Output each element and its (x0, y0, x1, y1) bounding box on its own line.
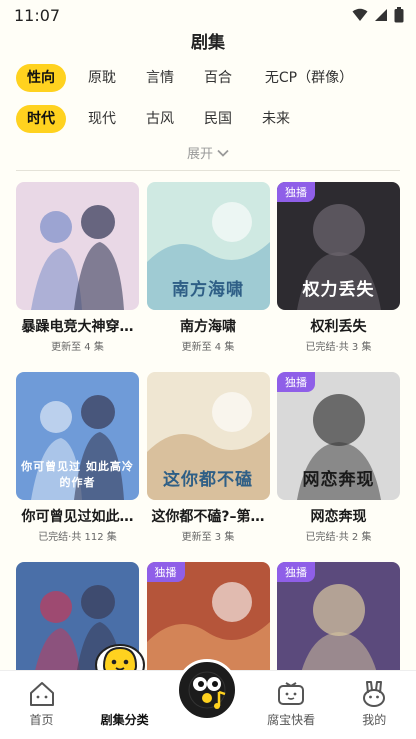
drama-title: 南方海啸 (180, 319, 236, 335)
status-bar: 11:07 (0, 0, 416, 30)
nav-label: 腐宝快看 (267, 713, 316, 727)
nav-item-0[interactable]: 首页 (0, 679, 83, 729)
drama-card[interactable]: 权力丢失 独播权利丢失已完结·共 3 集 (277, 182, 400, 354)
era-chip-4[interactable]: 未来 (254, 105, 298, 133)
drama-card[interactable]: 南方海啸 南方海啸 更新至 4 集 (146, 182, 270, 354)
mascot-icon (83, 679, 166, 711)
nav-item-3[interactable]: 腐宝快看 (250, 679, 333, 729)
era-filter-row: 时代 现代 古风 民国 未来 (16, 104, 400, 134)
drama-card[interactable]: 网恋奔现 独播网恋奔现已完结·共 2 集 (277, 372, 400, 544)
house-icon (0, 679, 83, 711)
drama-grid: 暴躁电竞大神穿… 更新至 4 集 南方海啸 南方海啸 更新至 4 集 权力丢失 独播 权利… (16, 182, 400, 672)
bottom-nav: 首页 剧集分类 腐宝快看 我的 (0, 659, 416, 739)
drama-title: 暴躁电竞大神穿… (21, 319, 134, 335)
drama-card[interactable]: 独播 (277, 562, 400, 672)
nav-label: 剧集分类 (100, 713, 149, 727)
status-icons (352, 7, 404, 23)
exclusive-badge: 独播 (277, 182, 315, 202)
drama-card[interactable]: 你可曾见过 如此高冷的作者你可曾见过如此… 已完结·共 112 集 (16, 372, 139, 544)
era-chip-1[interactable]: 现代 (80, 105, 124, 133)
drama-title: 权利丢失 (310, 319, 367, 335)
exclusive-badge: 独播 (146, 562, 185, 582)
tv-face-icon (250, 679, 333, 711)
genre-chip-4[interactable]: 无CP（群像） (254, 64, 364, 92)
exclusive-badge: 独播 (277, 562, 315, 582)
expand-toggle[interactable]: 展开 (0, 143, 416, 162)
genre-filter-row: 性向 原耽 言情 百合 无CP（群像） (16, 63, 400, 93)
signal-icon (375, 9, 387, 21)
drama-cover[interactable] (16, 182, 139, 310)
drama-card[interactable]: 暴躁电竞大神穿… 更新至 4 集 (16, 182, 139, 354)
expand-label: 展开 (186, 147, 213, 162)
cover-title-text: 南方海啸 (172, 280, 244, 300)
era-chip-3[interactable]: 民国 (196, 105, 240, 133)
nav-label: 首页 (29, 713, 54, 727)
nav-item-4[interactable]: 我的 (333, 679, 416, 729)
genre-chip-2[interactable]: 言情 (138, 64, 182, 92)
drama-card[interactable]: 这你都不磕这你都不磕?–第… 更新至 3 集 (146, 372, 270, 544)
cover-title-text: 你可曾见过 如此高冷的作者 (21, 460, 134, 489)
drama-cover[interactable]: 权力丢失 独播 (277, 182, 400, 310)
drama-cover[interactable]: 独播 (146, 562, 270, 672)
status-time: 11:07 (14, 5, 61, 25)
drama-cover[interactable]: 南方海啸 (146, 182, 270, 310)
cover-title-text: 权力丢失 (302, 280, 375, 300)
chevron-down-icon (217, 149, 229, 157)
drama-status: 更新至 3 集 (181, 532, 235, 543)
drama-title: 这你都不磕?–第… (151, 509, 265, 525)
genre-chip-3[interactable]: 百合 (196, 64, 240, 92)
divider (16, 170, 400, 171)
era-chip-0[interactable]: 时代 (16, 105, 66, 133)
bunny-face-icon (333, 679, 416, 711)
battery-icon (394, 7, 404, 23)
drama-status: 更新至 4 集 (181, 342, 235, 353)
nav-item-1[interactable]: 剧集分类 (83, 679, 166, 729)
drama-cover[interactable]: 你可曾见过 如此高冷的作者 (16, 372, 139, 500)
drama-status: 已完结·共 112 集 (38, 532, 117, 543)
drama-status: 更新至 4 集 (51, 342, 104, 353)
music-disc-icon[interactable] (176, 659, 239, 721)
era-chip-2[interactable]: 古风 (138, 105, 182, 133)
genre-chip-1[interactable]: 原耽 (80, 64, 124, 92)
wifi-icon (352, 8, 368, 21)
genre-chip-0[interactable]: 性向 (16, 64, 66, 92)
drama-status: 已完结·共 3 集 (305, 342, 372, 353)
drama-title: 你可曾见过如此… (21, 509, 134, 525)
page-title: 剧集 (191, 33, 225, 53)
drama-cover[interactable]: 网恋奔现 独播 (277, 372, 400, 500)
cover-art (16, 182, 139, 310)
drama-status: 已完结·共 2 集 (305, 532, 372, 543)
drama-cover[interactable]: 这你都不磕 (146, 372, 270, 500)
drama-title: 网恋奔现 (310, 509, 367, 525)
drama-card[interactable]: 独播 (146, 562, 270, 672)
drama-cover[interactable]: 独播 (277, 562, 400, 672)
cover-title-text: 网恋奔现 (302, 470, 375, 490)
exclusive-badge: 独播 (277, 372, 315, 392)
cover-title-text: 这你都不磕 (163, 470, 253, 490)
nav-label: 我的 (362, 713, 387, 727)
